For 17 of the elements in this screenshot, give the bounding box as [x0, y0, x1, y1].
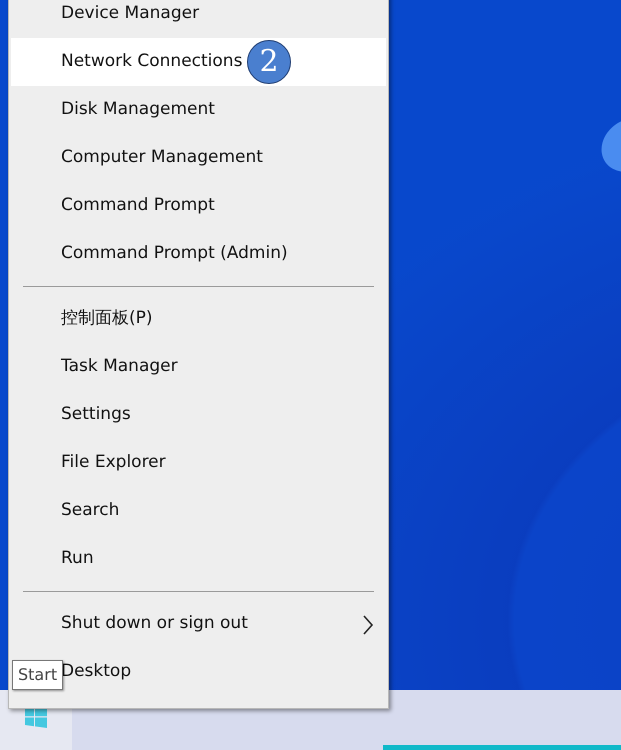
menu-item[interactable]: Network Connections 2: [11, 38, 386, 86]
menu-item[interactable]: Computer Management: [11, 134, 386, 182]
menu-item[interactable]: Command Prompt (Admin): [11, 230, 386, 278]
menu-item[interactable]: Disk Management: [11, 86, 386, 134]
menu-item[interactable]: File Explorer: [11, 439, 386, 487]
menu-item[interactable]: Task Manager: [11, 343, 386, 391]
menu-item[interactable]: Search: [11, 487, 386, 535]
menu-item[interactable]: Shut down or sign out: [11, 600, 386, 648]
menu-item[interactable]: 控制面板(P): [11, 295, 386, 343]
chevron-right-icon: [362, 615, 374, 635]
step-number-badge: 2: [247, 40, 291, 84]
menu-item[interactable]: Command Prompt: [11, 182, 386, 230]
start-tooltip: Start: [12, 660, 64, 690]
menu-item[interactable]: Run: [11, 535, 386, 583]
menu-item[interactable]: Device Manager: [11, 0, 386, 38]
windows-logo-icon: [25, 706, 47, 728]
menu-item[interactable]: Settings: [11, 391, 386, 439]
